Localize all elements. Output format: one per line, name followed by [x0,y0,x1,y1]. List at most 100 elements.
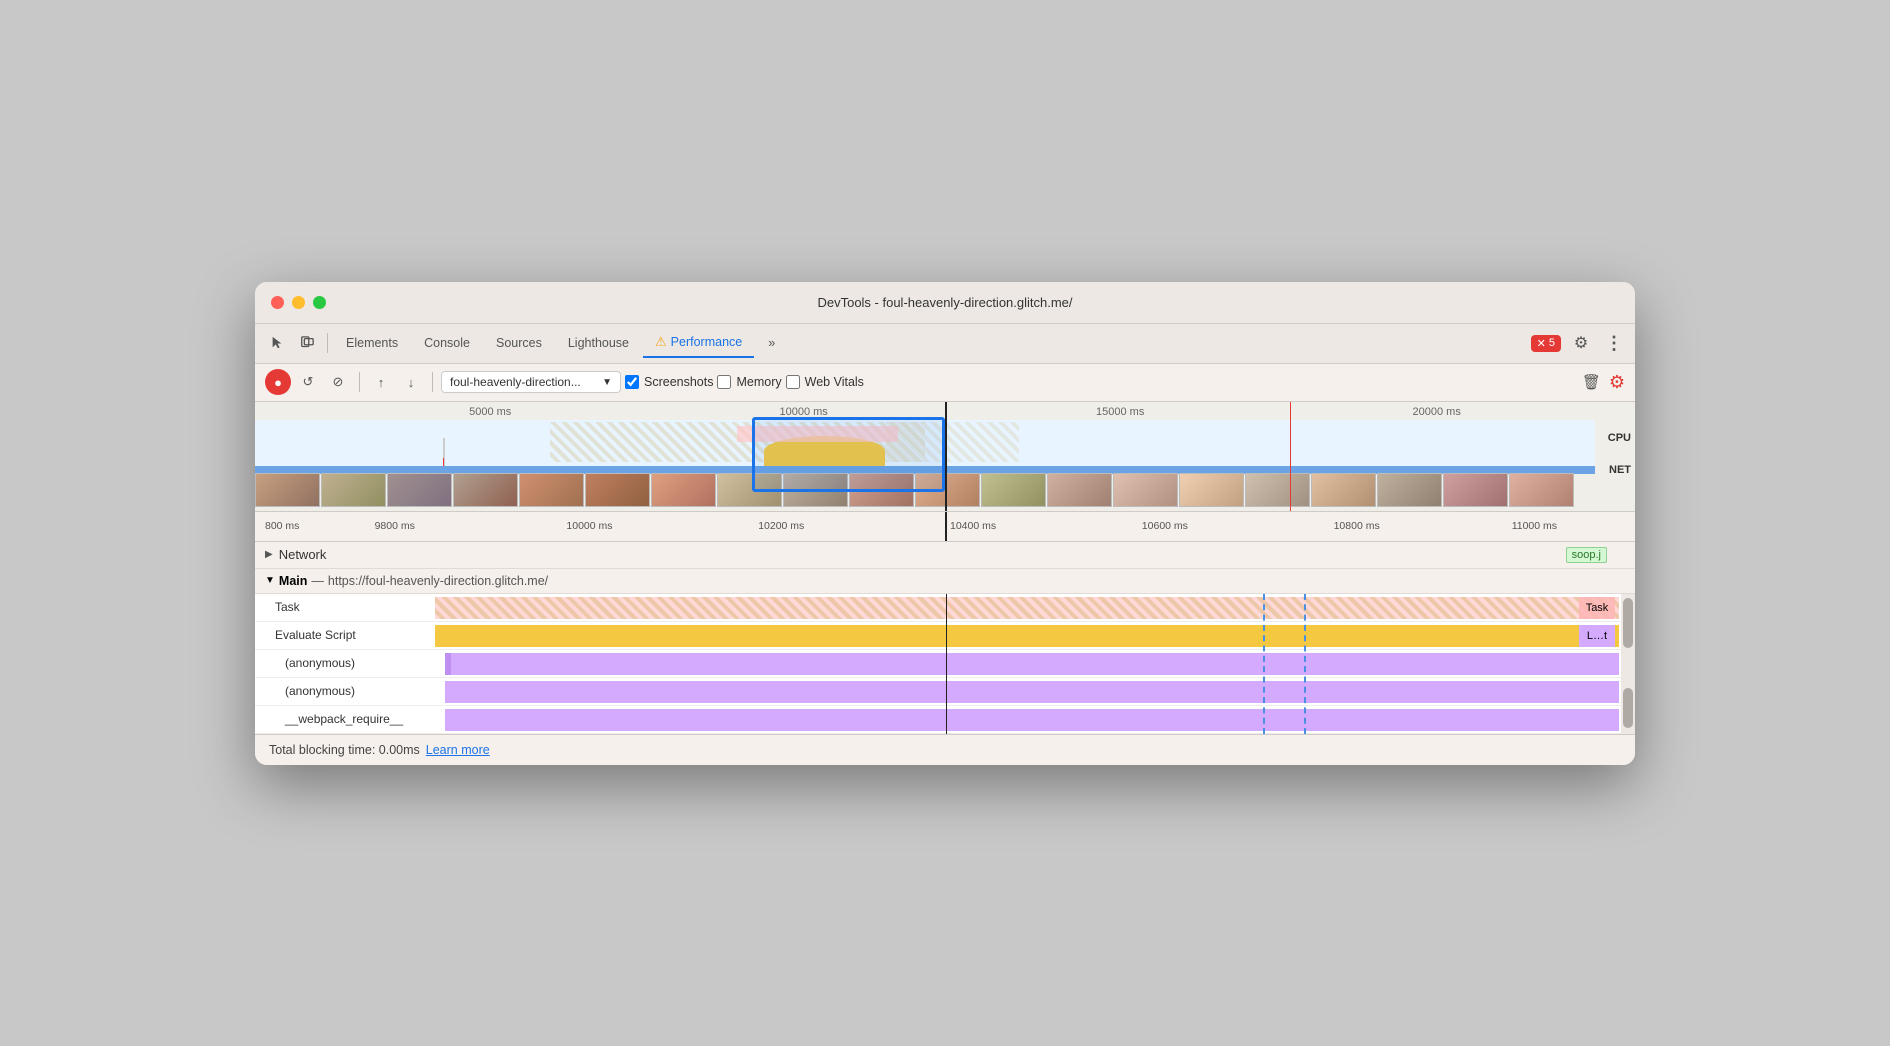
tab-performance-label: Performance [671,335,743,349]
stop-button[interactable]: ⊘ [325,369,351,395]
download-button[interactable]: ↓ [398,369,424,395]
scrollbar-thumb[interactable] [1623,598,1633,648]
screenshot-13 [1047,473,1112,507]
more-options-button[interactable]: ⋮ [1601,333,1627,354]
timeline-overview[interactable]: 5000 ms 10000 ms 15000 ms 20000 ms CPU N… [255,402,1635,512]
screenshots-checkbox-label[interactable]: Screenshots [625,375,713,389]
ms-10000: 10000 ms [566,520,612,532]
screenshots-checkbox[interactable] [625,375,639,389]
tab-more[interactable]: » [756,330,787,356]
tab-lighthouse-label: Lighthouse [568,336,629,350]
cursor-icon [270,336,284,350]
reload-record-button[interactable]: ↺ [295,369,321,395]
timeline-overview-markers: 5000 ms 10000 ms 15000 ms 20000 ms [335,406,1595,418]
marker-20000: 20000 ms [1413,406,1461,418]
tab-lighthouse[interactable]: Lighthouse [556,330,641,356]
upload-button[interactable]: ↑ [368,369,394,395]
screenshot-2 [321,473,386,507]
memory-checkbox[interactable] [717,375,731,389]
webvitals-checkbox[interactable] [786,375,800,389]
flame-row-task: Task Task [255,594,1635,622]
webpack-bar [445,709,1619,731]
main-section-header[interactable]: ▼ Main — https://foul-heavenly-direction… [255,569,1635,594]
memory-label: Memory [736,375,781,389]
minimize-button[interactable] [292,296,305,309]
anon1-indent [445,653,451,675]
evaluate-label: Evaluate Script [255,621,435,649]
status-bar: Total blocking time: 0.00ms Learn more [255,734,1635,765]
error-count: 5 [1549,337,1555,349]
evaluate-bar [435,625,1619,647]
soop-label: soop.j [1572,549,1601,561]
detail-cursor [945,512,947,541]
net-label: NET [1609,464,1631,476]
task-right-label: Task [1579,597,1615,619]
settings-button[interactable]: ⚙ [1567,329,1595,357]
scrollbar-vertical[interactable] [1621,594,1635,734]
network-section-header[interactable]: ▶ Network soop.j [255,542,1635,569]
screenshot-19 [1443,473,1508,507]
ms-9800: 9800 ms [375,520,415,532]
dropdown-arrow-icon: ▼ [602,377,612,388]
ms-10200: 10200 ms [758,520,804,532]
anon1-label: (anonymous) [255,649,435,677]
timeline-selection-box[interactable] [752,417,945,492]
clear-recording-button[interactable]: 🗑 [1582,373,1601,391]
webvitals-label: Web Vitals [805,375,864,389]
tab-elements[interactable]: Elements [334,330,410,356]
tab-performance[interactable]: ⚠ Performance [643,328,754,358]
flame-row-anon1: (anonymous) [255,650,1635,678]
webvitals-checkbox-label[interactable]: Web Vitals [786,375,864,389]
device-toolbar-button[interactable] [293,329,321,357]
inspect-mode-button[interactable] [263,329,291,357]
cpu-label: CPU [1608,432,1631,444]
error-x-icon: ✕ [1537,337,1546,350]
soop-badge: soop.j [1566,547,1607,563]
ms-800: 800 ms [265,520,299,532]
maximize-button[interactable] [313,296,326,309]
url-text: foul-heavenly-direction... [450,375,581,389]
blocking-time-text: Total blocking time: 0.00ms [269,743,420,757]
flame-row-webpack: __webpack_require__ [255,706,1635,734]
timeline-red-marker [1290,402,1291,511]
toolbar-divider-1 [359,372,360,392]
device-icon [300,336,314,350]
tab-divider-1 [327,333,328,353]
devtools-window: DevTools - foul-heavenly-direction.glitc… [255,282,1635,765]
screenshot-6 [585,473,650,507]
performance-warning-icon: ⚠ [655,334,667,350]
tab-console[interactable]: Console [412,330,482,356]
evaluate-right-label: L…t [1579,625,1615,647]
tab-sources[interactable]: Sources [484,330,554,356]
perf-toolbar-right: 🗑 ⚙ [1582,372,1625,393]
ms-10400: 10400 ms [950,520,996,532]
task-label: Task [255,593,435,621]
flame-row-evaluate: Evaluate Script L…t [255,622,1635,650]
tab-more-label: » [768,336,775,350]
url-selector[interactable]: foul-heavenly-direction... ▼ [441,371,621,393]
screenshot-16 [1245,473,1310,507]
timeline-detail: 800 ms 9800 ms 10000 ms 10200 ms 10400 m… [255,512,1635,542]
capture-settings-button[interactable]: ⚙ [1609,372,1625,393]
tabbar-right: ✕ 5 ⚙ ⋮ [1531,329,1627,357]
tab-elements-label: Elements [346,336,398,350]
record-button[interactable]: ● [265,369,291,395]
marker-5000: 5000 ms [469,406,511,418]
memory-checkbox-label[interactable]: Memory [717,375,781,389]
learn-more-link[interactable]: Learn more [426,743,490,757]
screenshot-1 [255,473,320,507]
ms-markers-row: 800 ms 9800 ms 10000 ms 10200 ms 10400 m… [265,512,1635,541]
screenshot-7 [651,473,716,507]
screenshot-17 [1311,473,1376,507]
main-expand-icon: ▼ [265,575,275,586]
screenshot-4 [453,473,518,507]
scrollbar-thumb-2[interactable] [1623,688,1633,728]
screenshot-5 [519,473,584,507]
task-stripe [435,597,1619,619]
toolbar-divider-2 [432,372,433,392]
screenshots-label: Screenshots [644,375,713,389]
timeline-cursor [945,402,947,511]
traffic-lights [271,296,326,309]
flame-chart-wrapper: ▶ Network soop.j ▼ Main — https://foul-h… [255,542,1635,734]
close-button[interactable] [271,296,284,309]
